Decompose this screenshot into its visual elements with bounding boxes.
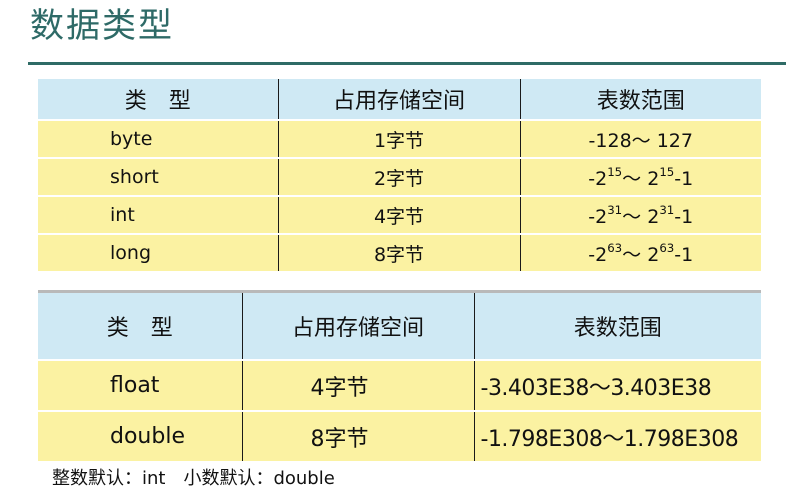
range-cell: -1.798E308～1.798E308 (474, 410, 761, 461)
table-row: byte 1字节 -128～ 127 (38, 119, 761, 158)
type-cell: int (38, 195, 279, 234)
header-range: 表数范围 (474, 291, 761, 360)
default-types-note: 整数默认：int 小数默认：double (52, 468, 335, 489)
header-storage: 占用存储空间 (278, 79, 521, 121)
integer-types-table: 类 型 占用存储空间 表数范围 byte 1字节 -128～ 127 short… (38, 79, 761, 271)
table-row: int 4字节 -231～ 231-1 (38, 195, 761, 234)
size-cell: 1字节 (278, 119, 521, 158)
header-range: 表数范围 (520, 79, 761, 121)
size-cell: 2字节 (278, 157, 521, 196)
float-types-table: 类 型 占用存储空间 表数范围 float 4字节 -3.403E38～3.40… (38, 290, 761, 461)
range-cell: -263～ 263-1 (520, 233, 761, 271)
type-cell: double (38, 410, 243, 461)
type-cell: byte (38, 119, 279, 158)
range-cell: -128～ 127 (520, 119, 761, 158)
size-cell: 4字节 (278, 195, 521, 234)
header-type: 类 型 (38, 291, 243, 360)
range-cell: -231～ 231-1 (520, 195, 761, 234)
table-row: short 2字节 -215～ 215-1 (38, 157, 761, 196)
size-cell: 8字节 (242, 410, 475, 461)
table-row: double 8字节 -1.798E308～1.798E308 (38, 410, 761, 461)
title-divider (28, 62, 786, 65)
range-cell: -3.403E38～3.403E38 (474, 359, 761, 411)
size-cell: 4字节 (242, 359, 475, 411)
type-cell: short (38, 157, 279, 196)
range-cell: -215～ 215-1 (520, 157, 761, 196)
table-header-row: 类 型 占用存储空间 表数范围 (38, 79, 761, 121)
slide-title: 数据类型 (30, 6, 174, 46)
table-header-row: 类 型 占用存储空间 表数范围 (38, 291, 761, 360)
size-cell: 8字节 (278, 233, 521, 271)
header-type: 类 型 (38, 79, 279, 121)
table-row: long 8字节 -263～ 263-1 (38, 233, 761, 271)
type-cell: long (38, 233, 279, 271)
header-storage: 占用存储空间 (242, 291, 475, 360)
table-row: float 4字节 -3.403E38～3.403E38 (38, 359, 761, 411)
type-cell: float (38, 359, 243, 411)
